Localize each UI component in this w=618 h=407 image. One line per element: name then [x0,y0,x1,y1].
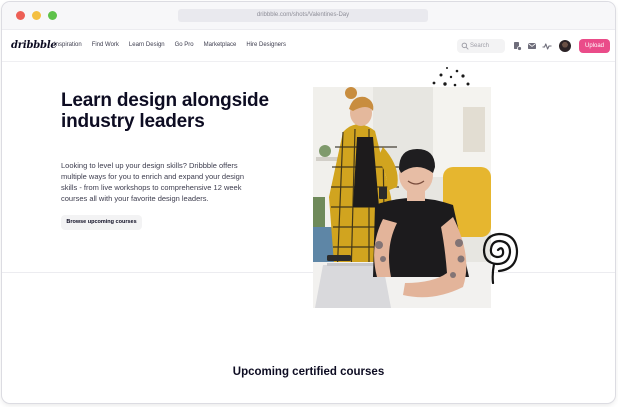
nav-link-hire-designers[interactable]: Hire Designers [246,42,286,48]
search-icon [461,42,469,50]
maximize-window-button[interactable] [48,11,57,20]
nav-link-go-pro[interactable]: Go Pro [175,42,194,48]
search-input[interactable]: Search [457,39,505,53]
section-divider [2,272,615,273]
dribbble-logo[interactable]: dribbble [11,40,57,51]
nav-link-find-work[interactable]: Find Work [92,42,119,48]
saved-shots-icon[interactable] [512,41,522,51]
top-navigation: dribbble Inspiration Find Work Learn Des… [2,30,615,62]
browser-window: dribbble.com/shots/Valentines-Day dribbb… [2,2,615,403]
search-placeholder: Search [470,43,490,49]
address-bar[interactable]: dribbble.com/shots/Valentines-Day [178,9,428,22]
close-window-button[interactable] [16,11,25,20]
activity-icon[interactable] [542,41,552,51]
user-avatar[interactable] [559,40,571,52]
spiral-doodle-illustration [482,232,519,284]
minimize-window-button[interactable] [32,11,41,20]
nav-link-inspiration[interactable]: Inspiration [54,42,82,48]
upcoming-courses-heading: Upcoming certified courses [232,366,385,378]
messages-icon[interactable] [527,41,537,51]
hero-photo [313,87,491,308]
browser-toolbar: dribbble.com/shots/Valentines-Day [2,2,615,30]
upload-button[interactable]: Upload [579,39,610,53]
hero-photo-illustration [313,87,491,308]
nav-link-marketplace[interactable]: Marketplace [204,42,237,48]
hero-title: Learn design alongside industry leaders [61,90,269,132]
nav-link-learn-design[interactable]: Learn Design [129,42,165,48]
hero-description: Looking to level up your design skills? … [61,161,245,203]
browse-courses-button[interactable]: Browse upcoming courses [61,215,142,230]
nav-links: Inspiration Find Work Learn Design Go Pr… [54,42,296,48]
